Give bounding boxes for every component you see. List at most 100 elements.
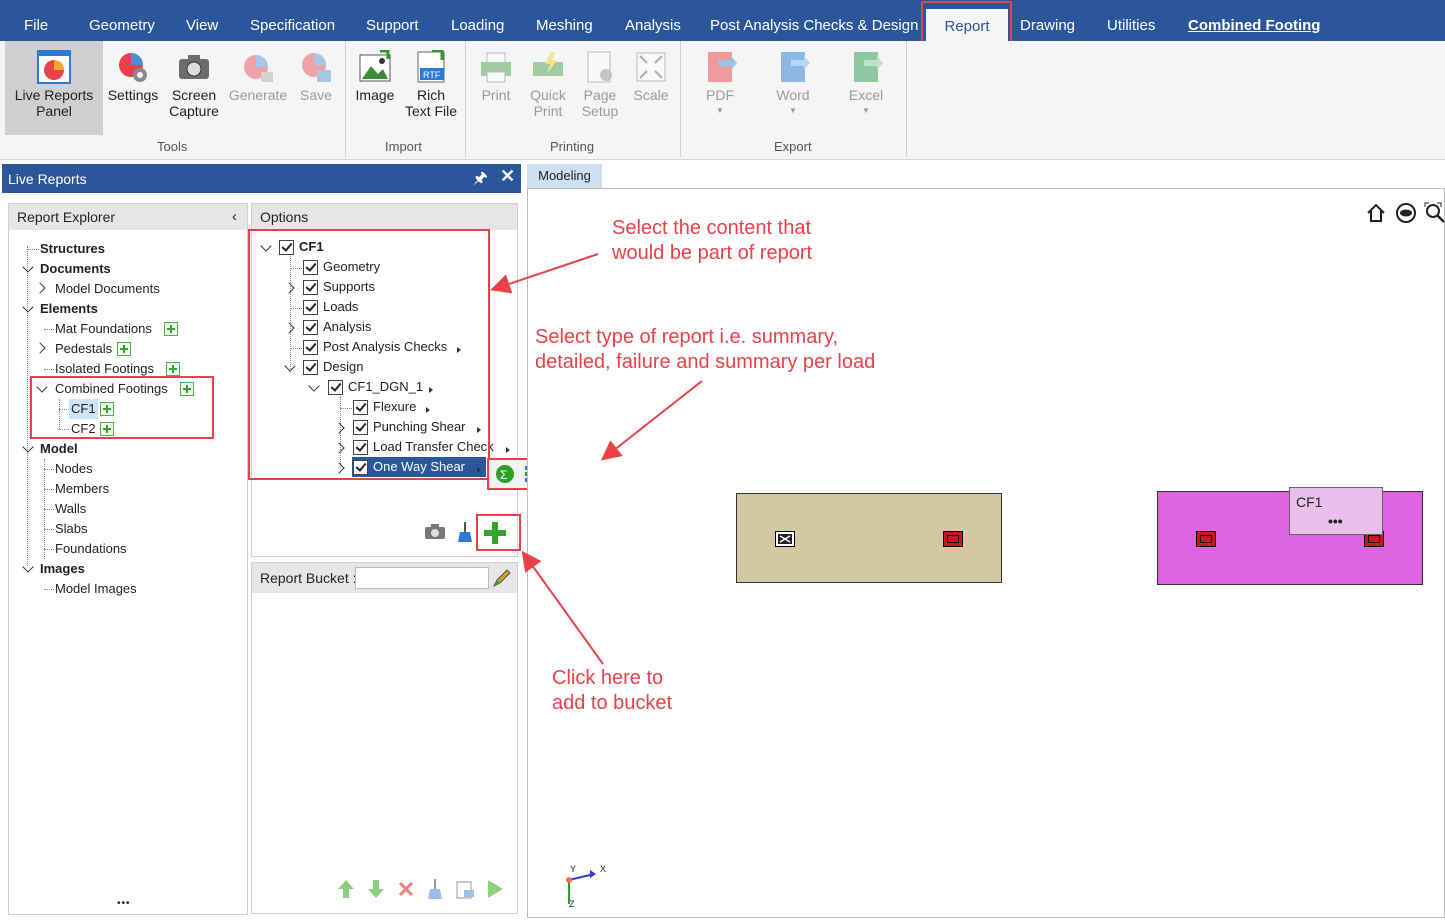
live-reports-icon [37,50,71,84]
page-setup-button[interactable]: Page Setup [578,41,622,119]
menu-analysis[interactable]: Analysis [625,0,681,41]
live-reports-title: Live Reports [8,171,87,187]
play-generate-icon[interactable] [486,879,504,902]
menu-utilities[interactable]: Utilities [1107,0,1155,41]
chevron-down-icon[interactable] [22,301,34,313]
menu-post-analysis[interactable]: Post Analysis Checks & Design [710,0,918,41]
image-button[interactable]: Image [350,41,400,103]
move-up-icon[interactable] [337,879,355,902]
tree-item-foundations[interactable]: Foundations [55,539,127,559]
tree-item-images[interactable]: Images [40,559,85,579]
tree-item-mat-foundations[interactable]: Mat Foundations [55,319,152,339]
group-label-printing: Printing [550,139,595,154]
delete-icon[interactable] [398,881,414,900]
svg-text:RTF: RTF [423,70,441,80]
more-options-icon[interactable]: ••• [1328,513,1343,529]
menu-combined-footing[interactable]: Combined Footing [1188,0,1320,41]
annotation-add-bucket: Click here to add to bucket [552,667,673,714]
chevron-right-icon[interactable] [34,342,46,354]
rich-text-file-button[interactable]: RTF Rich Text File [403,41,459,119]
scale-button[interactable]: Scale [630,41,672,103]
highlight-add-bucket [476,514,521,551]
report-bucket-name-input[interactable] [355,567,489,589]
tree-item-documents[interactable]: Documents [40,259,111,279]
home-icon[interactable] [1366,203,1386,226]
add-plus-icon[interactable] [117,342,131,356]
selected-column-icon[interactable] [775,531,795,547]
report-template-icon[interactable] [456,881,476,902]
chevron-down-icon: ▼ [862,106,870,115]
save-icon [299,50,333,84]
tree-item-pedestals[interactable]: Pedestals [55,339,112,359]
chevron-down-icon[interactable] [22,561,34,573]
clear-brush-icon[interactable] [457,522,473,545]
screen-capture-button[interactable]: Screen Capture [166,41,222,119]
tree-item-model[interactable]: Model [40,439,78,459]
tab-modeling[interactable]: Modeling [527,164,602,188]
ribbon-separator [465,41,466,157]
tree-item-walls[interactable]: Walls [55,499,86,519]
tree-item-elements[interactable]: Elements [40,299,98,319]
footing-cf1[interactable]: CF1 ••• [1157,487,1423,585]
axis-label-y: Y [570,864,577,874]
printer-icon [479,50,513,84]
resize-grip-icon[interactable]: ••• [117,898,131,909]
tree-item-slabs[interactable]: Slabs [55,519,88,539]
generate-button[interactable]: Generate [226,41,290,103]
report-bucket-panel: Report Bucket : [251,562,518,914]
chevron-down-icon[interactable] [22,441,34,453]
menu-file[interactable]: File [24,0,48,41]
pdf-icon [703,50,737,84]
group-label-export: Export [774,139,812,154]
live-reports-titlebar: Live Reports 🖈 ✕ [2,164,521,193]
chevron-down-icon[interactable] [22,261,34,273]
view-orbit-icon[interactable] [1395,203,1417,226]
scale-icon [634,50,668,84]
modeling-viewport[interactable]: CF1 ••• Y X Z [527,188,1445,918]
menu-view[interactable]: View [186,0,218,41]
move-down-icon[interactable] [367,879,385,902]
tree-item-model-images[interactable]: Model Images [55,579,137,599]
tree-item-nodes[interactable]: Nodes [55,459,93,479]
footing-tooltip[interactable]: CF1 ••• [1289,487,1383,535]
clear-brush-icon[interactable] [428,879,442,902]
zoom-fit-icon[interactable] [1424,202,1445,227]
submenu-arrow-icon[interactable] [506,447,510,453]
page-setup-icon [583,50,617,84]
close-icon[interactable]: ✕ [500,166,515,187]
edit-pencil-icon[interactable] [492,568,512,591]
column-icon[interactable] [1196,531,1216,547]
save-button[interactable]: Save [296,41,336,103]
menu-drawing[interactable]: Drawing [1020,0,1075,41]
quick-print-button[interactable]: Quick Print [525,41,571,119]
menu-geometry[interactable]: Geometry [89,0,155,41]
add-plus-icon[interactable] [164,322,178,336]
menu-bar: File Geometry View Specification Support… [0,0,1445,41]
export-word-button[interactable]: Word ▼ [772,41,814,119]
menu-meshing[interactable]: Meshing [536,0,593,41]
rtf-icon: RTF [414,49,448,84]
tree-item-structures[interactable]: Structures [40,239,105,259]
tree-item-model-documents[interactable]: Model Documents [55,279,160,299]
export-pdf-button[interactable]: PDF ▼ [700,41,740,119]
add-plus-icon[interactable] [166,362,180,376]
image-icon [358,49,392,84]
chevron-right-icon[interactable] [34,282,46,294]
menu-loading[interactable]: Loading [451,0,504,41]
camera-icon[interactable] [424,524,446,543]
column-icon[interactable] [943,531,963,547]
annotation-select-type: Select type of report i.e. summary, deta… [535,326,876,373]
menu-support[interactable]: Support [366,0,419,41]
settings-button[interactable]: Settings [104,41,162,103]
print-button[interactable]: Print [475,41,517,103]
ribbon-separator [906,41,907,157]
report-settings-icon [116,50,150,84]
menu-specification[interactable]: Specification [250,0,335,41]
pin-icon[interactable]: 🖈 [473,167,488,194]
quick-print-icon [531,50,565,84]
ribbon-separator [680,41,681,157]
live-reports-panel-button[interactable]: Live Reports Panel [5,41,103,135]
tree-item-members[interactable]: Members [55,479,109,499]
export-excel-button[interactable]: Excel ▼ [846,41,886,119]
footing-cf2[interactable] [736,493,1002,583]
